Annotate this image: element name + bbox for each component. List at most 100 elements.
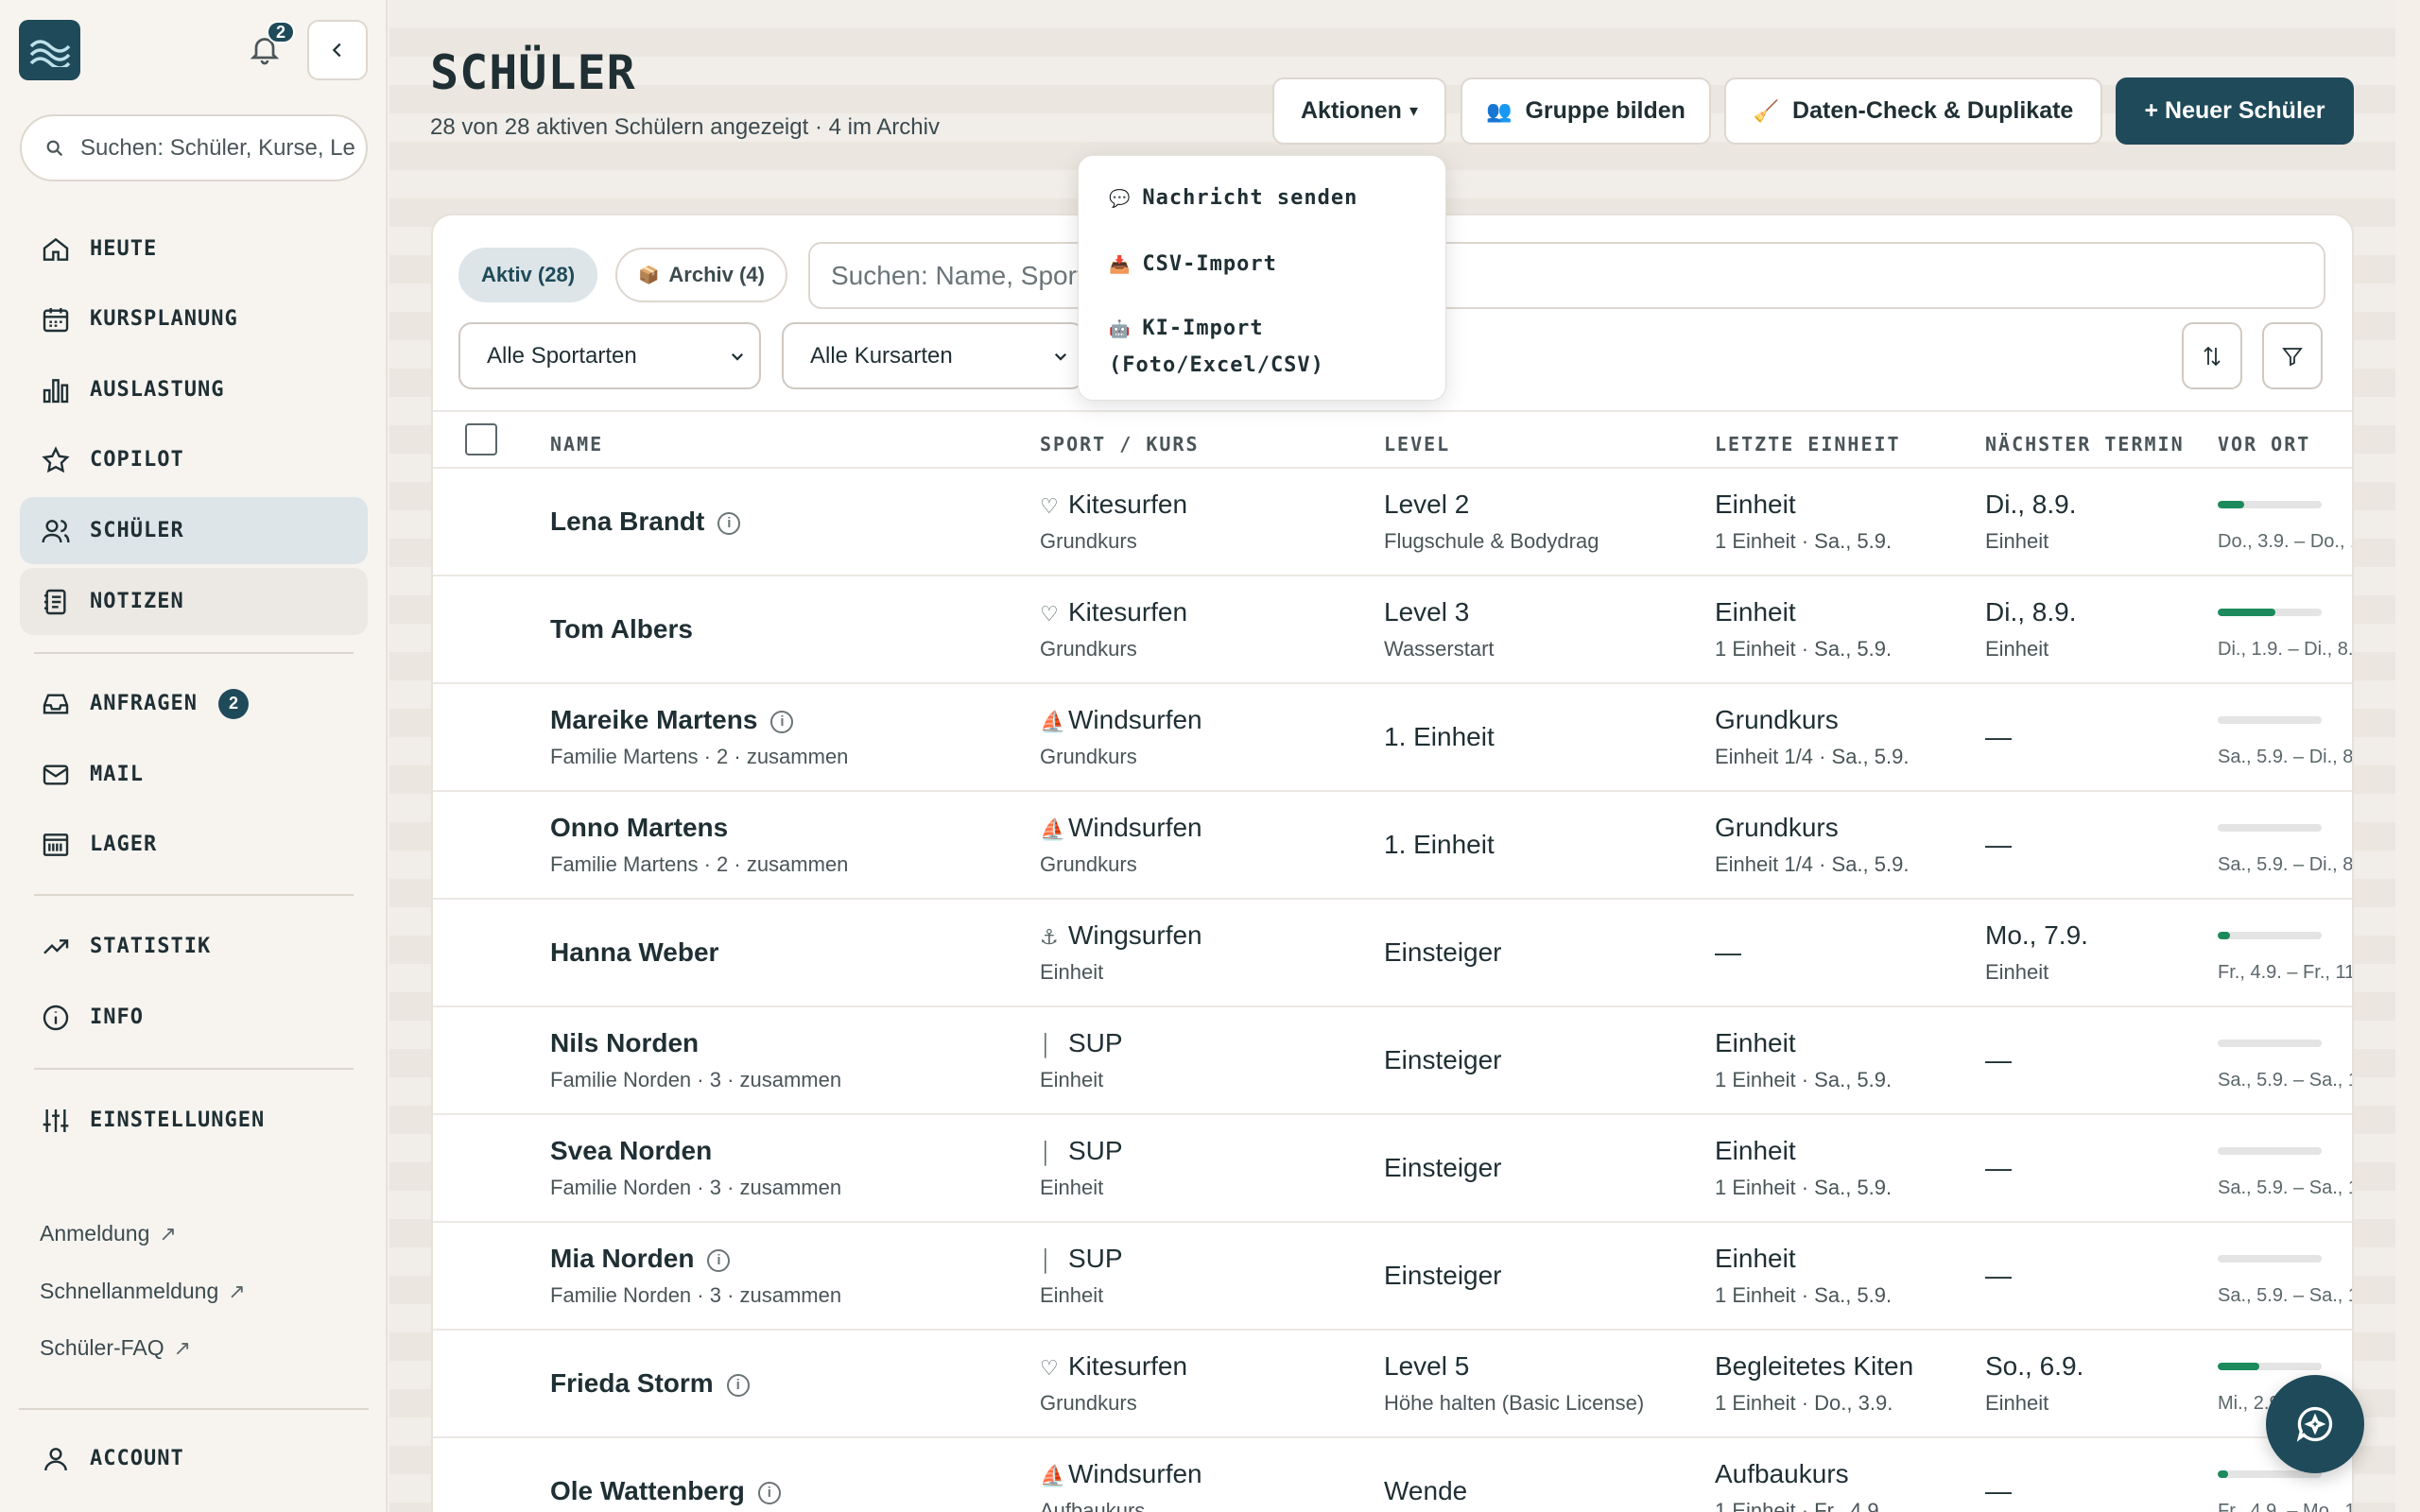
- info-circle-icon[interactable]: i: [757, 1481, 781, 1504]
- sport-label: Kitesurfen: [1068, 1351, 1188, 1381]
- info-circle-icon[interactable]: i: [770, 710, 794, 733]
- menu-item-csv-import[interactable]: 📥 CSV-Import: [1109, 247, 1277, 284]
- student-name-cell[interactable]: Lena Brandt i: [550, 507, 741, 537]
- table-row[interactable]: Ole Wattenberg i ⛵Windsurfen Aufbaukurs Wend…: [433, 1438, 2352, 1512]
- nav-label: Account: [90, 1447, 184, 1470]
- on-site-progress: [2218, 1147, 2322, 1155]
- menu-item-nachricht[interactable]: 💬 Nachricht senden: [1109, 180, 1357, 217]
- new-student-button[interactable]: + Neuer Schüler: [2116, 77, 2354, 145]
- group-button[interactable]: 👥 Gruppe bilden: [1461, 77, 1711, 145]
- nav-lager[interactable]: Lager: [20, 811, 368, 878]
- last-unit-sub: 1 Einheit · Sa., 5.9.: [1715, 1176, 1893, 1199]
- student-name[interactable]: Svea Norden: [550, 1136, 712, 1165]
- data-check-button[interactable]: 🧹 Daten-Check & Duplikate: [1724, 77, 2102, 145]
- level-cell: Level 3 Wasserstart: [1384, 597, 1495, 662]
- tab-archiv[interactable]: 📦 Archiv (4): [615, 248, 787, 302]
- kurs-select[interactable]: Alle Kursarten: [782, 322, 1084, 389]
- info-circle-icon[interactable]: i: [717, 511, 741, 535]
- column-header[interactable]: Vor Ort: [2218, 433, 2310, 455]
- next-appointment-label: —: [1985, 830, 2012, 859]
- student-name-cell[interactable]: Mareike Martens i Familie Martens · 2 · zu…: [550, 705, 848, 769]
- nav-kursplanung[interactable]: Kursplanung: [20, 285, 368, 352]
- next-appointment-label: So., 6.9.: [1985, 1351, 2084, 1381]
- column-header[interactable]: Name: [550, 433, 603, 455]
- student-name-cell[interactable]: Nils Norden Familie Norden · 3 · zusammen: [550, 1028, 841, 1092]
- level-cell: Einsteiger: [1384, 1045, 1502, 1075]
- nav-einstellungen[interactable]: Einstellungen: [20, 1087, 368, 1154]
- column-header[interactable]: Nächster Termin: [1985, 433, 2185, 455]
- windsurf-icon: ⛵: [1040, 1464, 1066, 1487]
- level-label: 1. Einheit: [1384, 722, 1495, 751]
- nav-auslastung[interactable]: Auslastung: [20, 356, 368, 423]
- nav-heute[interactable]: Heute: [20, 215, 368, 283]
- nav-label: Lager: [90, 833, 158, 856]
- sport-select[interactable]: Alle Sportarten: [458, 322, 761, 389]
- student-search[interactable]: [808, 242, 2325, 309]
- link-anmeldung[interactable]: Anmeldung ↗: [40, 1221, 177, 1246]
- student-search-input[interactable]: [831, 260, 2249, 291]
- table-row[interactable]: Hanna Weber ⚓ Wingsurfen Einheit Einsteiger —…: [433, 900, 2352, 1007]
- nav-statistik[interactable]: Statistik: [20, 913, 368, 980]
- copilot-chat-button[interactable]: [2266, 1375, 2364, 1473]
- student-name[interactable]: Lena Brandt: [550, 507, 704, 536]
- app-logo[interactable]: [19, 20, 80, 80]
- student-name-cell[interactable]: Onno Martens Familie Martens · 2 · zusamm…: [550, 813, 848, 877]
- student-name[interactable]: Ole Wattenberg: [550, 1476, 745, 1505]
- collapse-sidebar-button[interactable]: [307, 20, 368, 80]
- nav-notizen[interactable]: Notizen: [20, 568, 368, 635]
- student-name[interactable]: Tom Albers: [550, 614, 693, 644]
- student-name[interactable]: Mia Norden: [550, 1244, 694, 1273]
- box-icon: 📦: [638, 265, 660, 284]
- table-row[interactable]: Mareike Martens i Familie Martens · 2 · zu…: [433, 684, 2352, 792]
- table-row[interactable]: Nils Norden Familie Norden · 3 · zusammen…: [433, 1007, 2352, 1115]
- nav-schueler[interactable]: Schüler: [20, 497, 368, 564]
- last-unit-sub: 1 Einheit · Do., 3.9.: [1715, 1391, 1893, 1415]
- link-schueler-faq[interactable]: Schüler-FAQ ↗: [40, 1335, 191, 1361]
- next-appointment-label: Di., 8.9.: [1985, 490, 2077, 519]
- student-name[interactable]: Hanna Weber: [550, 937, 718, 967]
- tab-aktiv[interactable]: Aktiv (28): [458, 248, 598, 302]
- nav-account[interactable]: Account: [20, 1425, 368, 1492]
- student-name-cell[interactable]: Ole Wattenberg i: [550, 1476, 781, 1506]
- table-row[interactable]: Frieda Storm i ♡ Kitesurfen Grundkurs Level 5…: [433, 1331, 2352, 1438]
- info-circle-icon[interactable]: i: [707, 1248, 731, 1272]
- sort-button[interactable]: [2182, 322, 2242, 389]
- nav-anfragen[interactable]: Anfragen 2: [20, 670, 368, 737]
- nav-copilot[interactable]: Copilot: [20, 426, 368, 493]
- student-name-cell[interactable]: Frieda Storm i: [550, 1368, 750, 1399]
- column-header[interactable]: Letzte Einheit: [1715, 433, 1901, 455]
- student-name-cell[interactable]: Mia Norden i Familie Norden · 3 · zusammen: [550, 1244, 841, 1308]
- nav-info[interactable]: Info: [20, 984, 368, 1051]
- student-name-cell[interactable]: Svea Norden Familie Norden · 3 · zusammen: [550, 1136, 841, 1200]
- column-header[interactable]: Level: [1384, 433, 1450, 455]
- table-row[interactable]: Mia Norden i Familie Norden · 3 · zusammen…: [433, 1223, 2352, 1331]
- on-site-range: Sa., 5.9. – Sa., 12.9.: [2218, 1070, 2352, 1091]
- global-search[interactable]: [20, 114, 368, 181]
- student-name[interactable]: Nils Norden: [550, 1028, 699, 1057]
- on-site-progress: [2218, 609, 2322, 616]
- table-row[interactable]: Onno Martens Familie Martens · 2 · zusamm…: [433, 792, 2352, 900]
- global-search-input[interactable]: [80, 134, 354, 162]
- actions-dropdown-button[interactable]: Aktionen ▾: [1272, 77, 1446, 145]
- link-schnellanmeldung[interactable]: Schnellanmeldung ↗: [40, 1279, 246, 1304]
- family-label: Familie Norden · 3 · zusammen: [550, 1068, 842, 1091]
- student-name[interactable]: Onno Martens: [550, 813, 728, 842]
- table-row[interactable]: Tom Albers ♡ Kitesurfen Grundkurs Level 3 Was…: [433, 576, 2352, 684]
- student-name[interactable]: Mareike Martens: [550, 705, 757, 734]
- column-header[interactable]: Sport / Kurs: [1040, 433, 1200, 455]
- notes-icon: [44, 589, 66, 614]
- table-row[interactable]: Svea Norden Familie Norden · 3 · zusammen…: [433, 1115, 2352, 1223]
- sidebar-divider: [34, 894, 354, 896]
- level-label: Einsteiger: [1384, 1153, 1502, 1182]
- info-circle-icon[interactable]: i: [726, 1373, 750, 1397]
- notifications-badge: 2: [267, 21, 295, 43]
- student-name-cell[interactable]: Hanna Weber: [550, 937, 718, 968]
- filter-button[interactable]: [2262, 322, 2323, 389]
- table-row[interactable]: Lena Brandt i ♡ Kitesurfen Grundkurs Level 2 F…: [433, 469, 2352, 576]
- student-name-cell[interactable]: Tom Albers: [550, 614, 693, 644]
- page-title: SCHÜLER: [430, 45, 636, 100]
- student-name[interactable]: Frieda Storm: [550, 1368, 714, 1398]
- menu-item-ki-import[interactable]: 🤖 KI-Import (Foto/Excel/CSV): [1109, 311, 1421, 384]
- nav-mail[interactable]: Mail: [20, 741, 368, 808]
- select-all-checkbox[interactable]: [465, 423, 497, 455]
